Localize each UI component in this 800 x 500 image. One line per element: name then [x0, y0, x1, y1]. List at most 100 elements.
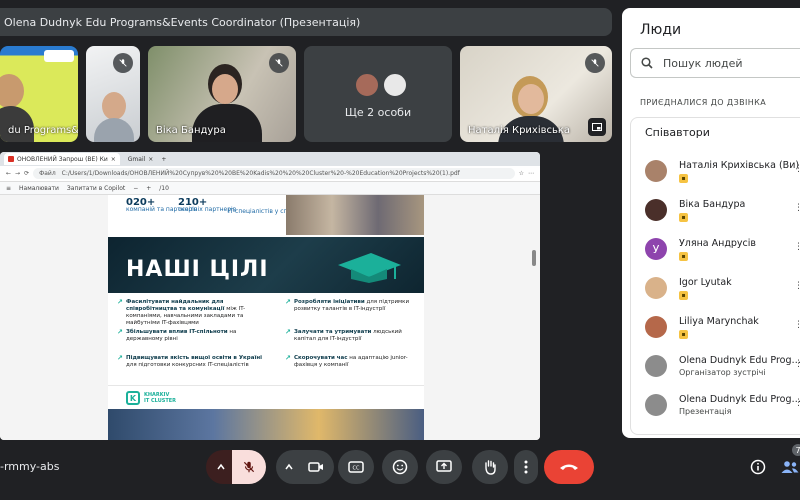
avatar [645, 277, 667, 299]
avatar [645, 394, 667, 416]
participant-row[interactable]: Віка Бандура ▪ ⋮ [645, 197, 800, 227]
logo-text: KHARKIV IT CLUSTER [144, 392, 177, 404]
star-icon[interactable]: ☆ [519, 170, 524, 177]
stats-row: 020+ компаній та партнерів 210+ освітніх п… [108, 195, 424, 235]
search-people-input[interactable]: Пошук людей [630, 48, 800, 78]
new-tab-icon[interactable]: + [161, 156, 166, 163]
pdf-page: 020+ компаній та партнерів 210+ освітніх п… [108, 195, 424, 440]
goals-title: НАШІ ЦІЛІ [126, 257, 269, 282]
call-controls: -rmmy-abs CC [0, 448, 800, 488]
participant-tile[interactable]: du Programs& [0, 46, 78, 142]
chevron-up-icon [285, 463, 293, 470]
pdf-viewer[interactable]: 020+ компаній та партнерів 210+ освітніх п… [0, 195, 540, 440]
participant-name: Віка Бандура [156, 125, 226, 136]
presenter-icon: ▪ [679, 174, 688, 183]
more-vert-icon[interactable]: ⋮ [794, 203, 800, 213]
hang-up-icon [560, 464, 578, 470]
graduation-cap-icon [338, 253, 401, 283]
avatar [382, 72, 408, 98]
group-title[interactable]: Співавтори [645, 126, 710, 139]
more-vert-icon[interactable]: ⋮ [794, 281, 800, 291]
present-screen-button[interactable] [426, 450, 462, 484]
more-vert-icon[interactable]: ⋮ [794, 398, 800, 408]
reload-icon[interactable]: ⟳ [24, 170, 29, 177]
presenter-icon: ▪ [679, 213, 688, 222]
scrollbar[interactable] [532, 250, 536, 266]
participant-row[interactable]: Olena Dudnyk Edu Prog… Організатор зустр… [645, 353, 800, 383]
pdf-icon [8, 156, 14, 162]
meet-window: Olena Dudnyk Edu Programs&Events Coordin… [0, 0, 800, 500]
emoji-icon [392, 459, 408, 475]
copilot-button[interactable]: Запитати в Copilot [67, 185, 125, 192]
more-vert-icon[interactable]: ⋮ [794, 164, 800, 174]
participant-video [0, 74, 24, 108]
browser-address-row: ← → ⟳ Файл C:/Users/1/Downloads/ОНОВЛЕНИ… [0, 166, 540, 182]
close-icon[interactable]: × [111, 156, 116, 163]
raise-hand-button[interactable] [472, 450, 508, 484]
people-icon [781, 461, 799, 473]
panel-title: Люди [640, 22, 682, 38]
goal-item: ↗ Залучати та утримувати людський капітал… [285, 328, 402, 343]
leave-call-button[interactable] [544, 450, 594, 484]
presenter-icon: ▪ [679, 291, 688, 300]
draw-button[interactable]: Намалювати [19, 185, 59, 192]
captions-icon: CC [348, 461, 364, 473]
mic-toggle-button[interactable] [232, 450, 266, 484]
extensions-icon[interactable]: ⋯ [528, 170, 534, 177]
captions-button[interactable]: CC [338, 450, 374, 484]
page-count: /10 [159, 184, 169, 192]
presenter-icon: ▪ [679, 330, 688, 339]
group-photo [286, 195, 424, 235]
participant-row[interactable]: Наталія Крихівська (Ви) ▪ ⋮ [645, 158, 800, 188]
forward-icon[interactable]: → [15, 170, 20, 177]
more-vert-icon[interactable]: ⋮ [794, 320, 800, 330]
chevron-up-icon [217, 463, 225, 470]
browser-tab-active[interactable]: ОНОВЛЕНИЙ Запрош (BE) Ки × [4, 153, 120, 165]
more-avatars [354, 72, 408, 98]
more-vert-icon[interactable]: ⋮ [794, 359, 800, 369]
address-bar[interactable]: Файл C:/Users/1/Downloads/ОНОВЛЕНИЙ%20Су… [33, 168, 515, 179]
more-participants-label: Ще 2 особи [344, 106, 412, 119]
menu-icon[interactable]: ≡ [6, 185, 11, 192]
mic-off-icon [585, 53, 605, 73]
more-options-button[interactable] [514, 450, 538, 484]
camera-toggle-button[interactable] [298, 450, 334, 484]
more-vert-icon [524, 460, 528, 474]
presenter-icon: ▪ [679, 252, 688, 261]
event-photo [108, 409, 424, 440]
back-icon[interactable]: ← [6, 170, 11, 177]
participant-row[interactable]: У Уляна Андрусів ▪ ⋮ [645, 236, 800, 266]
avatar [645, 355, 667, 377]
participant-tile[interactable] [86, 46, 140, 142]
people-panel: Люди Пошук людей ПРИЄДНАЛИСЯ ДО ДЗВІНКА … [622, 8, 800, 438]
participant-tile[interactable]: Наталія Крихівська [460, 46, 612, 142]
search-icon [641, 57, 653, 69]
reactions-button[interactable] [382, 450, 418, 484]
participant-row[interactable]: Liliya Marynchak ▪ ⋮ [645, 314, 800, 344]
presentation-title: Olena Dudnyk Edu Programs&Events Coordin… [4, 15, 361, 29]
goal-item: ↗ Скорочувати час на адаптацію junior-фах… [285, 354, 408, 369]
participant-row[interactable]: Olena Dudnyk Edu Prog… Презентація ⋮ [645, 392, 800, 422]
more-vert-icon[interactable]: ⋮ [794, 242, 800, 252]
browser-tab[interactable]: Gmail × [124, 153, 158, 165]
info-icon [750, 459, 766, 475]
goal-item: ↗ Розробляти ініціативи для підтримки роз… [285, 298, 410, 313]
close-icon[interactable]: × [148, 156, 153, 163]
participant-video [102, 92, 126, 120]
cluster-logo-strip: K KHARKIV IT CLUSTER [108, 385, 424, 409]
avatar [645, 316, 667, 338]
zoom-in-icon[interactable]: + [146, 185, 151, 192]
picture-in-picture-icon[interactable] [588, 118, 606, 136]
meeting-details-button[interactable] [746, 450, 770, 484]
avatar: У [645, 238, 667, 260]
zoom-out-icon[interactable]: − [133, 185, 138, 192]
camera-icon [308, 462, 323, 472]
participant-row[interactable]: Igor Lyutak ▪ ⋮ [645, 275, 800, 305]
kharkiv-cluster-logo-icon: K [126, 391, 140, 405]
goals-banner: НАШІ ЦІЛІ [108, 237, 424, 293]
avatar [645, 160, 667, 182]
mic-off-icon [113, 53, 133, 73]
section-label: ПРИЄДНАЛИСЯ ДО ДЗВІНКА [640, 98, 767, 107]
participant-tile[interactable]: Віка Бандура [148, 46, 296, 142]
more-participants-tile[interactable]: Ще 2 особи [304, 46, 452, 142]
